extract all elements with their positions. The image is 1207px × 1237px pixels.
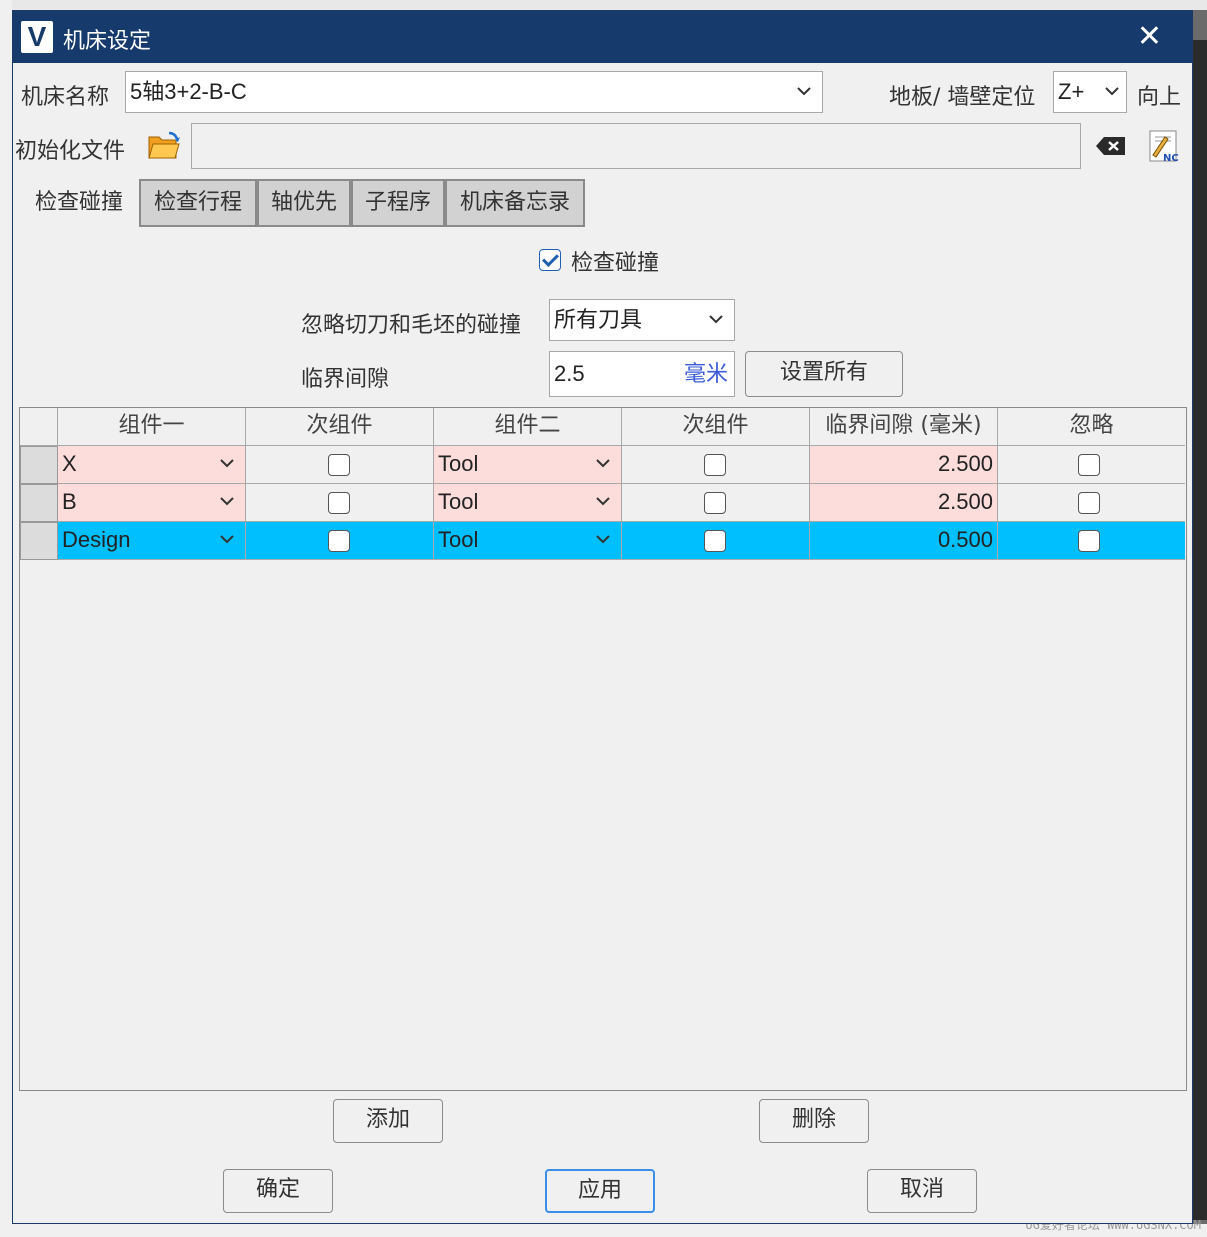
app-logo-icon: V (21, 21, 53, 53)
column-header: 组件二 (434, 408, 622, 446)
dialog-title: 机床设定 (63, 29, 152, 54)
column-header: 临界间隙 (毫米) (810, 408, 998, 446)
open-folder-icon[interactable] (147, 131, 181, 161)
chevron-down-icon (219, 484, 235, 520)
ignore-collision-value: 所有刀具 (554, 307, 643, 332)
tab-axis-priority[interactable]: 轴优先 (257, 179, 351, 227)
chevron-down-icon (1104, 72, 1120, 112)
machine-name-select[interactable]: 5轴3+2-B-C (125, 71, 823, 113)
machine-settings-dialog: V 机床设定 ✕ 机床名称 5轴3+2-B-C 地板/ 墙壁定位 Z+ 向上 初… (12, 10, 1193, 1224)
chevron-down-icon (796, 72, 812, 112)
clearance-cell[interactable]: 2.500 (810, 446, 998, 484)
clearance-cell[interactable]: 0.500 (810, 522, 998, 560)
sub-component-one-checkbox[interactable] (328, 454, 350, 476)
component-two-select[interactable]: Tool (434, 522, 622, 560)
ok-button[interactable]: 确定 (223, 1169, 333, 1213)
component-two-value: Tool (438, 489, 479, 514)
chevron-down-icon (595, 484, 611, 520)
sub-component-one-cell (246, 522, 434, 560)
ignore-checkbox[interactable] (1078, 530, 1100, 552)
close-button[interactable]: ✕ (1137, 19, 1162, 54)
chevron-down-icon (708, 300, 724, 340)
chevron-down-icon (595, 522, 611, 558)
clearance-value: 2.5 (554, 361, 585, 386)
delete-button[interactable]: 删除 (759, 1099, 869, 1143)
ignore-cell (998, 484, 1185, 522)
column-header: 忽略 (998, 408, 1185, 446)
svg-text:NC: NC (1163, 153, 1179, 163)
sub-component-two-checkbox[interactable] (704, 530, 726, 552)
row-selector[interactable] (20, 484, 58, 522)
set-all-button[interactable]: 设置所有 (745, 351, 903, 397)
check-collision-checkbox[interactable] (539, 249, 561, 271)
tab-collision-check[interactable]: 检查碰撞 (21, 179, 137, 227)
nc-program-icon[interactable]: NC (1147, 129, 1181, 163)
floor-orientation-suffix: 向上 (1137, 85, 1182, 110)
tab-travel-check[interactable]: 检查行程 (139, 179, 257, 227)
sub-component-two-cell (622, 446, 810, 484)
row-selector[interactable] (20, 522, 58, 560)
clearance-cell-value: 2.500 (937, 451, 993, 476)
component-two-select[interactable]: Tool (434, 484, 622, 522)
component-one-value: Design (62, 527, 131, 552)
ignore-checkbox[interactable] (1078, 492, 1100, 514)
component-two-value: Tool (438, 527, 479, 552)
collision-pair-table: 组件一 次组件 组件二 次组件 临界间隙 (毫米) 忽略 X Tool 2.50… (19, 407, 1187, 1091)
floor-orientation-select[interactable]: Z+ (1053, 71, 1127, 113)
add-button[interactable]: 添加 (333, 1099, 443, 1143)
ignore-collision-label: 忽略切刀和毛坯的碰撞 (301, 313, 522, 338)
sub-component-two-checkbox[interactable] (704, 492, 726, 514)
component-one-value: X (62, 451, 77, 476)
sub-component-two-checkbox[interactable] (704, 454, 726, 476)
ignore-cell (998, 446, 1185, 484)
clearance-label: 临界间隙 (301, 367, 390, 392)
column-header: 次组件 (622, 408, 810, 446)
machine-name-value: 5轴3+2-B-C (130, 79, 247, 104)
clearance-input[interactable]: 2.5 毫米 (549, 351, 735, 397)
row-selector[interactable] (20, 446, 58, 484)
ignore-checkbox[interactable] (1078, 454, 1100, 476)
component-two-select[interactable]: Tool (434, 446, 622, 484)
floor-orientation-label: 地板/ 墙壁定位 (889, 85, 1036, 110)
clearance-cell-value: 0.500 (937, 527, 993, 552)
component-two-value: Tool (438, 451, 479, 476)
sub-component-two-cell (622, 484, 810, 522)
component-one-select[interactable]: Design (58, 522, 246, 560)
sub-component-one-cell (246, 446, 434, 484)
tab-machine-memo[interactable]: 机床备忘录 (445, 179, 585, 227)
chevron-down-icon (219, 446, 235, 482)
clearance-cell[interactable]: 2.500 (810, 484, 998, 522)
tab-subprogram[interactable]: 子程序 (351, 179, 445, 227)
clearance-unit: 毫米 (683, 361, 728, 386)
cancel-button[interactable]: 取消 (867, 1169, 977, 1213)
background-window-top (12, 0, 1207, 10)
clearance-cell-value: 2.500 (937, 489, 993, 514)
floor-orientation-value: Z+ (1058, 79, 1085, 104)
check-collision-label: 检查碰撞 (571, 251, 660, 276)
machine-name-label: 机床名称 (21, 85, 110, 110)
chevron-down-icon (219, 522, 235, 558)
init-file-field[interactable] (191, 123, 1081, 169)
component-one-select[interactable]: X (58, 446, 246, 484)
background-viewport (1193, 40, 1207, 1220)
apply-button[interactable]: 应用 (545, 1169, 655, 1213)
sub-component-one-checkbox[interactable] (328, 530, 350, 552)
chevron-down-icon (595, 446, 611, 482)
component-one-select[interactable]: B (58, 484, 246, 522)
ignore-cell (998, 522, 1185, 560)
sub-component-one-cell (246, 484, 434, 522)
init-file-label: 初始化文件 (15, 139, 126, 164)
column-header: 组件一 (58, 408, 246, 446)
component-one-value: B (62, 489, 77, 514)
sub-component-one-checkbox[interactable] (328, 492, 350, 514)
sub-component-two-cell (622, 522, 810, 560)
clear-backspace-icon[interactable] (1095, 135, 1127, 157)
row-header-corner (20, 408, 58, 446)
ignore-collision-select[interactable]: 所有刀具 (549, 299, 735, 341)
title-bar[interactable]: V 机床设定 ✕ (13, 11, 1192, 63)
column-header: 次组件 (246, 408, 434, 446)
